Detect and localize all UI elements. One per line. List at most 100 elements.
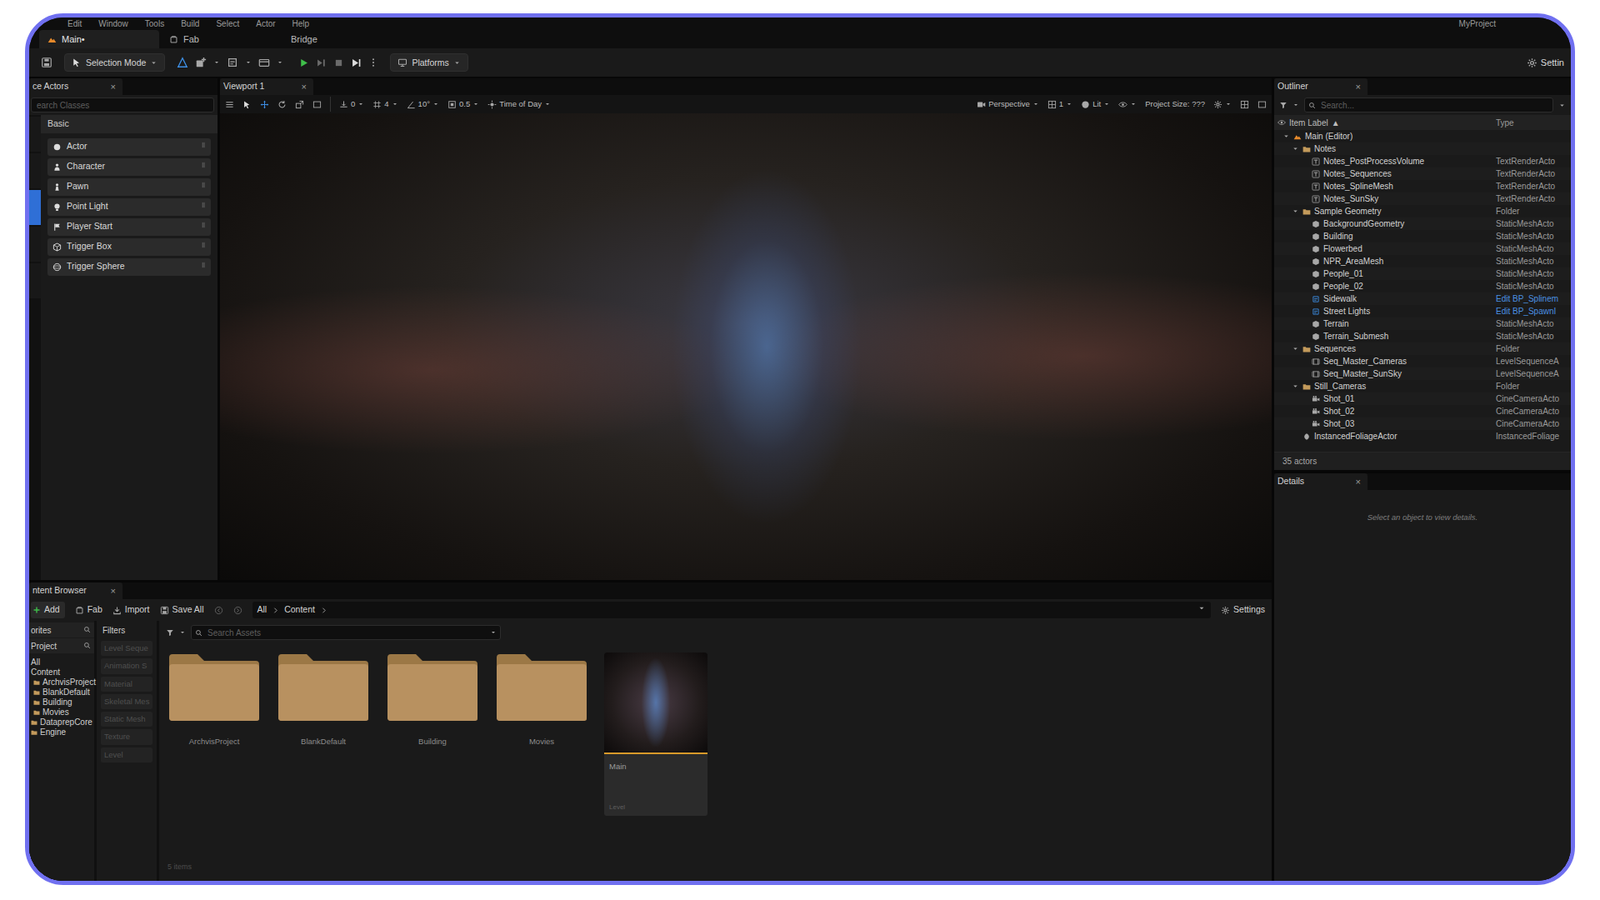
- close-button[interactable]: ×: [1355, 475, 1361, 490]
- surface-snap[interactable]: 0: [339, 98, 365, 110]
- outliner-row[interactable]: Still_CamerasFolder: [1274, 380, 1571, 393]
- close-button[interactable]: ×: [110, 80, 116, 95]
- view-mode[interactable]: Perspective: [976, 98, 1040, 110]
- scale-snap[interactable]: 0.5: [447, 98, 480, 110]
- outliner-row[interactable]: Notes: [1274, 142, 1571, 155]
- outliner-row[interactable]: People_01StaticMeshActo: [1274, 267, 1571, 280]
- actor-item[interactable]: Trigger Box: [47, 238, 211, 256]
- settings-button[interactable]: Settings: [1220, 603, 1265, 617]
- category-header[interactable]: Basic: [40, 115, 218, 134]
- folder-tile[interactable]: BlankDefault: [276, 652, 370, 748]
- folder-tile[interactable]: Building: [385, 652, 480, 748]
- outliner-row[interactable]: People_02StaticMeshActo: [1274, 280, 1571, 293]
- content-browser-tab[interactable]: ntent Browser×: [29, 582, 123, 600]
- outliner-row[interactable]: Seq_Master_SunSkyLevelSequenceA: [1274, 367, 1571, 380]
- favorites-header[interactable]: orites: [29, 622, 95, 638]
- menu-item[interactable]: Edit: [67, 17, 82, 30]
- filter-chip[interactable]: Skeletal Mes: [100, 694, 153, 710]
- outliner-row[interactable]: Shot_02CineCameraActo: [1274, 405, 1571, 418]
- item-type[interactable]: Edit BP_SpawnI: [1495, 305, 1568, 318]
- outliner-row[interactable]: Shot_01CineCameraActo: [1274, 392, 1571, 405]
- project-size[interactable]: Project Size: ???: [1145, 98, 1205, 110]
- menu-item[interactable]: Window: [98, 17, 129, 30]
- document-tab[interactable]: Bridge: [282, 30, 403, 49]
- outliner-row[interactable]: NPR_AreaMeshStaticMeshActo: [1274, 255, 1571, 268]
- mode-slot[interactable]: [29, 116, 41, 152]
- outliner-row[interactable]: Notes_SunSkyTextRenderActo: [1274, 192, 1571, 205]
- grid-snap[interactable]: 4: [372, 98, 398, 110]
- fab-button[interactable]: Fab: [75, 603, 103, 617]
- actor-item[interactable]: Pawn: [47, 178, 211, 196]
- platforms-button[interactable]: Platforms: [390, 53, 468, 72]
- level-tile[interactable]: MainLevel: [604, 652, 708, 816]
- breadcrumb-item[interactable]: Content: [284, 603, 315, 617]
- outliner-tab[interactable]: Outliner×: [1274, 78, 1368, 95]
- breadcrumb-item[interactable]: All: [257, 603, 268, 617]
- folder-tile[interactable]: ArchvisProject: [167, 652, 261, 748]
- show-flags[interactable]: [1118, 100, 1137, 110]
- viewport-tab[interactable]: Viewport 1×: [220, 78, 314, 95]
- item-type[interactable]: Edit BP_Splinem: [1495, 292, 1568, 305]
- actor-item[interactable]: Character: [47, 158, 211, 176]
- filter-chip[interactable]: Level: [100, 747, 153, 763]
- lighting-mode[interactable]: Lit: [1080, 98, 1110, 110]
- tree-item[interactable]: Movies: [30, 707, 95, 718]
- rotate-snap[interactable]: 10°: [406, 98, 440, 110]
- mode-slot[interactable]: [29, 263, 41, 299]
- outliner-row[interactable]: SidewalkEdit BP_Splinem: [1274, 292, 1571, 305]
- outliner-row[interactable]: SequencesFolder: [1274, 342, 1571, 355]
- outliner-row[interactable]: Notes_PostProcessVolumeTextRenderActo: [1274, 155, 1571, 168]
- class-search-input[interactable]: [30, 97, 215, 113]
- outliner-row[interactable]: Street LightsEdit BP_SpawnI: [1274, 305, 1571, 318]
- project-header[interactable]: Project: [29, 638, 95, 654]
- document-tab[interactable]: Fab: [160, 30, 281, 49]
- close-button[interactable]: ×: [301, 80, 307, 95]
- outliner-row[interactable]: BuildingStaticMeshActo: [1274, 230, 1571, 243]
- menu-item[interactable]: Build: [180, 17, 200, 30]
- menu-item[interactable]: Actor: [255, 17, 275, 30]
- filter-chip[interactable]: Texture: [100, 729, 153, 745]
- tree-item[interactable]: All: [30, 657, 95, 668]
- close-button[interactable]: ×: [110, 584, 116, 599]
- column-title[interactable]: Type: [1495, 116, 1568, 130]
- outliner-row[interactable]: Notes_SequencesTextRenderActo: [1274, 167, 1571, 180]
- folder-tile[interactable]: Movies: [495, 652, 589, 748]
- time-of-day[interactable]: Time of Day: [487, 98, 551, 110]
- outliner-row[interactable]: InstancedFoliageActorInstancedFoliage: [1274, 430, 1571, 443]
- tree-item[interactable]: Content: [30, 667, 95, 678]
- mode-slot[interactable]: [29, 226, 41, 262]
- menu-item[interactable]: Tools: [145, 17, 165, 30]
- outliner-search-input[interactable]: [1319, 98, 1550, 112]
- actor-item[interactable]: Point Light: [47, 198, 211, 216]
- filter-chip[interactable]: Animation S: [100, 658, 153, 674]
- viewport-render[interactable]: [220, 113, 1272, 580]
- save-all-button[interactable]: Save All: [160, 603, 205, 617]
- outliner-row[interactable]: BackgroundGeometryStaticMeshActo: [1274, 217, 1571, 230]
- menu-item[interactable]: Help: [292, 17, 310, 30]
- tree-item[interactable]: ArchvisProject: [30, 677, 95, 688]
- label-column[interactable]: Item Label▲: [1277, 116, 1496, 130]
- add-button[interactable]: Add: [30, 601, 65, 619]
- place-actors-tab[interactable]: ce Actors×: [29, 78, 123, 95]
- history-dropdown[interactable]: [1197, 603, 1206, 617]
- mode-slot[interactable]: [29, 153, 41, 189]
- import-button[interactable]: Import: [112, 603, 150, 617]
- eject-icon[interactable]: [350, 57, 362, 69]
- tree-item[interactable]: BlankDefault: [30, 687, 95, 698]
- menu-item[interactable]: Select: [215, 17, 240, 30]
- filter-chip[interactable]: Material: [100, 676, 153, 692]
- selection-mode-button[interactable]: Selection Mode: [64, 53, 165, 72]
- settings-button[interactable]: Settin: [1526, 55, 1565, 70]
- details-tab[interactable]: Details×: [1274, 473, 1368, 490]
- play-icon[interactable]: [298, 57, 310, 69]
- outliner-row[interactable]: Main (Editor): [1274, 130, 1571, 143]
- outliner-row[interactable]: Seq_Master_CamerasLevelSequenceA: [1274, 355, 1571, 368]
- outliner-row[interactable]: Sample GeometryFolder: [1274, 205, 1571, 218]
- tree-item[interactable]: Building: [30, 697, 95, 708]
- actor-item[interactable]: Trigger Sphere: [47, 258, 211, 276]
- step-icon[interactable]: [315, 57, 327, 69]
- tree-item[interactable]: DataprepCore: [30, 717, 95, 728]
- document-tab[interactable]: Main•: [39, 30, 160, 49]
- outliner-row[interactable]: Notes_SplineMeshTextRenderActo: [1274, 180, 1571, 193]
- actor-item[interactable]: Player Start: [47, 218, 211, 236]
